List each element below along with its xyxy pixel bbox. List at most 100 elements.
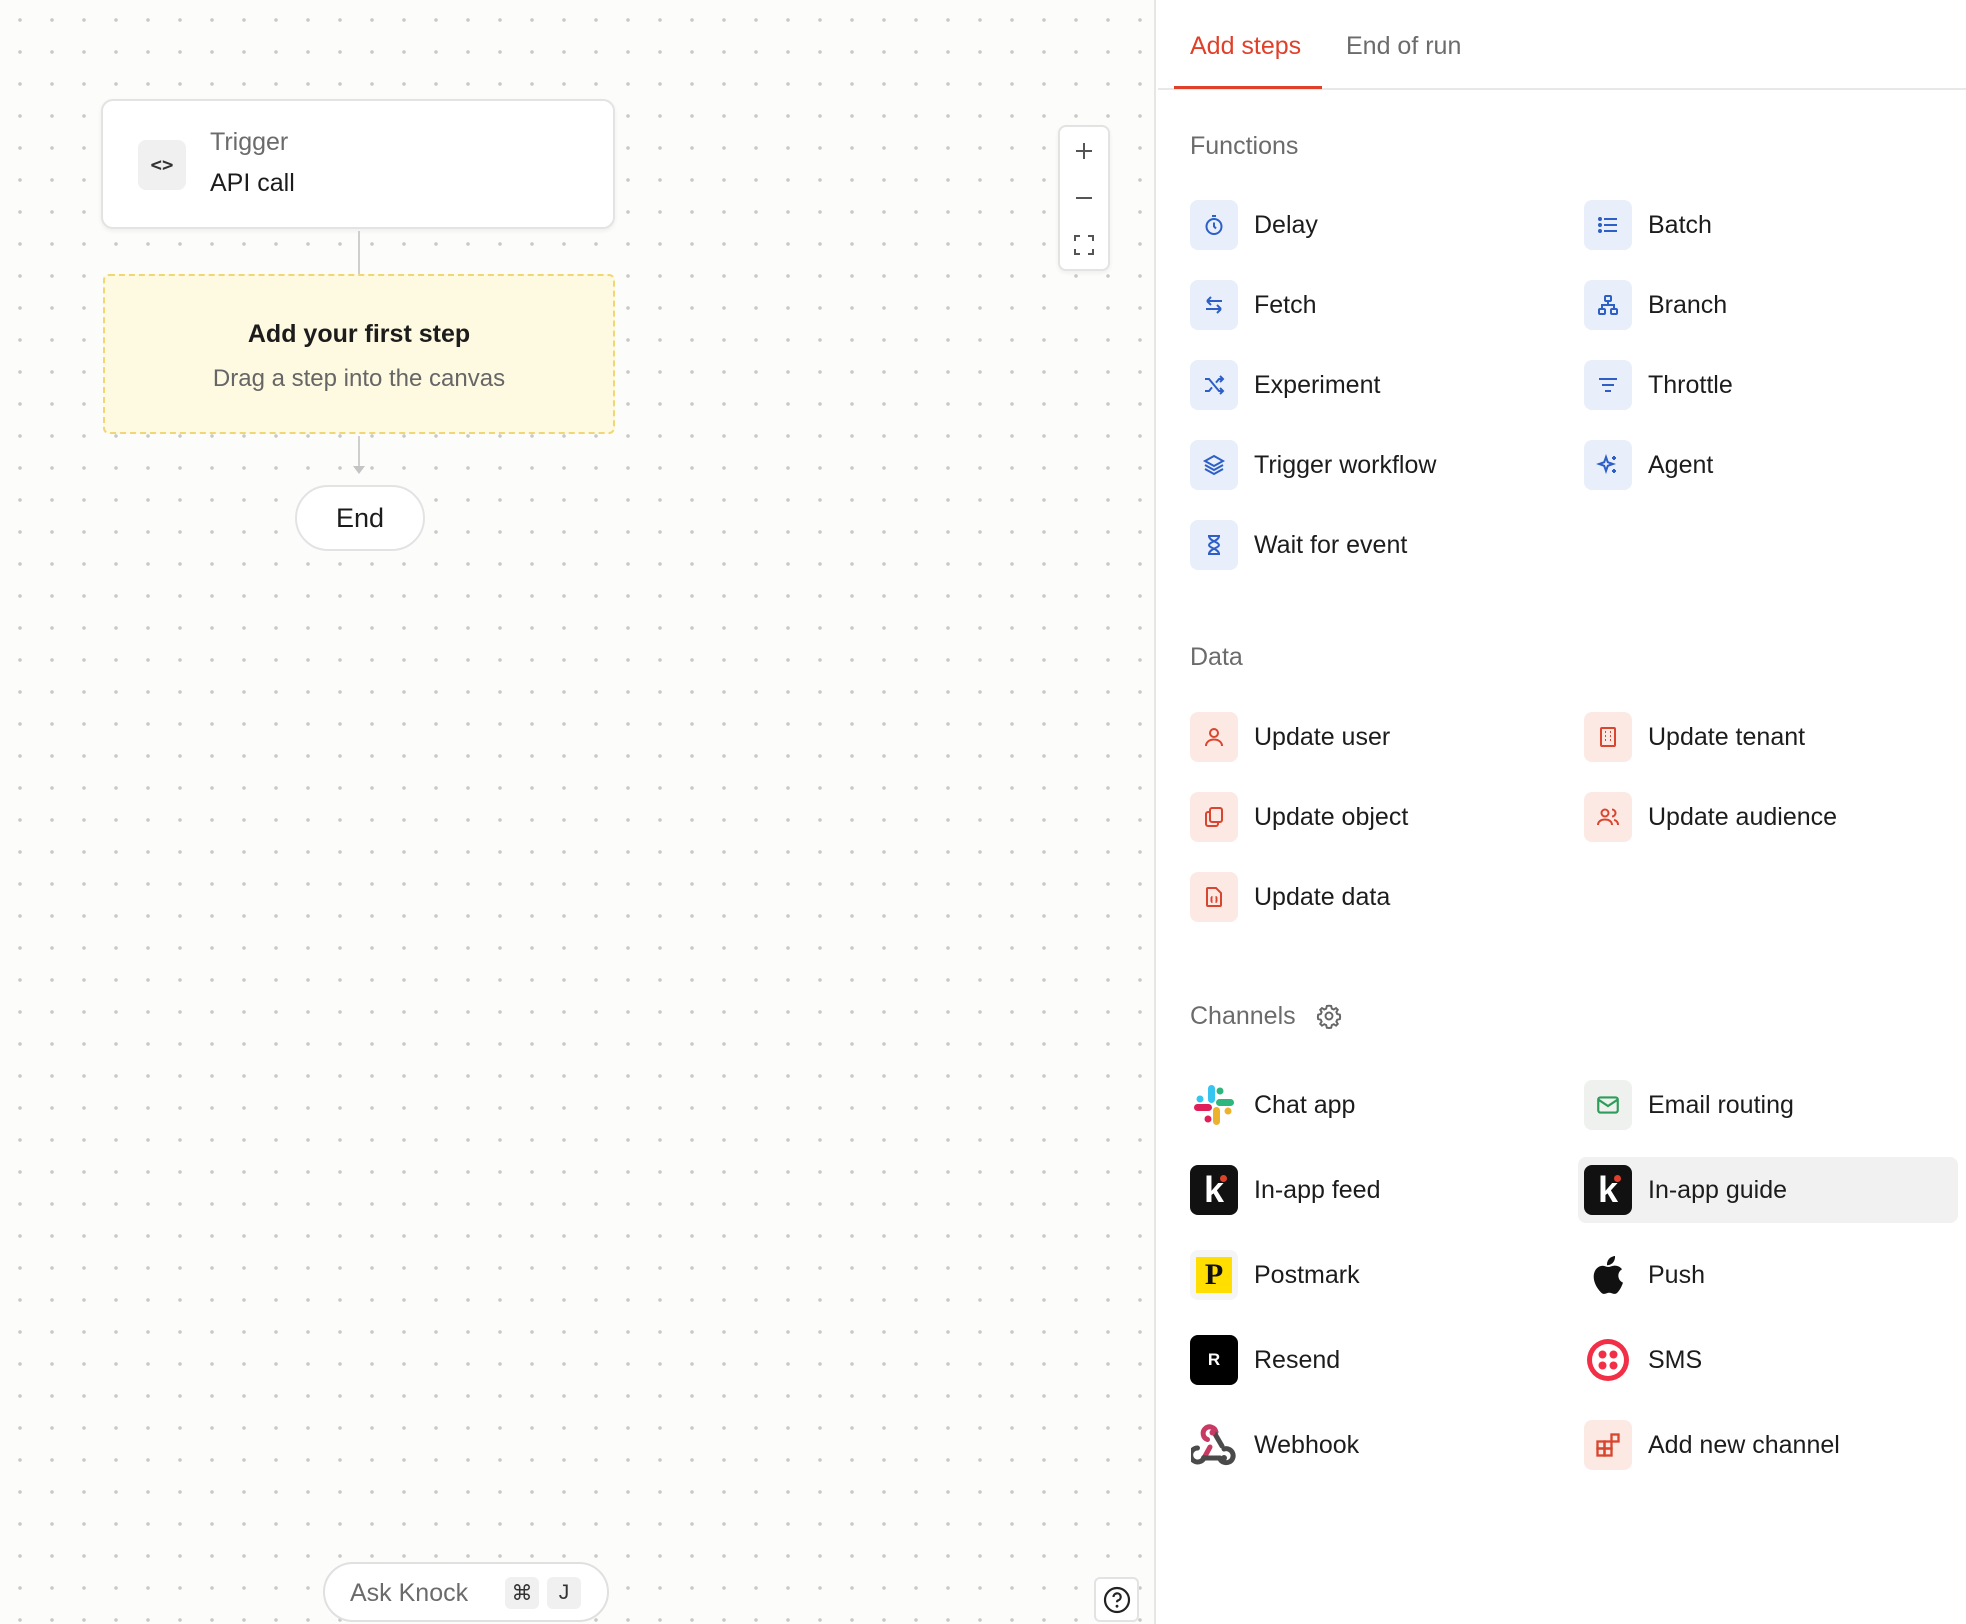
channel-sms[interactable]: SMS [1578,1327,1958,1393]
arrow-down-icon [353,466,365,474]
tab-end-of-run[interactable]: End of run [1346,32,1461,61]
step-update-object[interactable]: Update object [1184,784,1564,850]
copy-icon [1190,792,1238,842]
channel-label: In-app feed [1254,1175,1381,1204]
channels-heading: Channels [1190,1002,1296,1031]
zoom-in-button[interactable] [1060,127,1108,174]
step-update-tenant[interactable]: Update tenant [1578,704,1958,770]
connector-line [358,231,360,274]
ask-knock-button[interactable]: Ask Knock ⌘ J [323,1562,609,1622]
knock-icon: k [1190,1165,1238,1215]
zoom-out-button[interactable] [1060,174,1108,221]
filter-icon [1584,360,1632,410]
trigger-value: API call [210,169,295,197]
step-label: Update tenant [1648,722,1806,751]
end-node[interactable]: End [295,485,425,551]
step-label: Wait for event [1254,530,1408,559]
channel-label: Email routing [1648,1090,1794,1119]
channel-label: Add new channel [1648,1430,1840,1459]
step-label: Agent [1648,450,1714,479]
user-icon [1190,712,1238,762]
apple-icon [1584,1250,1632,1300]
step-update-data[interactable]: Update data [1184,864,1564,930]
step-label: Update data [1254,882,1391,911]
tab-bar: Add steps End of run [1158,0,1966,90]
step-delay[interactable]: Delay [1184,192,1564,258]
step-batch[interactable]: Batch [1578,192,1958,258]
channel-label: In-app guide [1648,1175,1788,1204]
channel-email-routing[interactable]: Email routing [1578,1072,1958,1138]
step-update-user[interactable]: Update user [1184,704,1564,770]
hourglass-icon [1190,520,1238,570]
step-label: Fetch [1254,290,1317,319]
workflow-canvas[interactable]: <> Trigger API call Add your first step … [0,0,1156,1624]
channel-label: Chat app [1254,1090,1356,1119]
channels-label: Channels [1190,1002,1296,1030]
knock-icon: k [1584,1165,1632,1215]
help-button[interactable] [1094,1577,1139,1622]
first-step-dropzone[interactable]: Add your first step Drag a step into the… [103,274,615,434]
list-icon [1584,200,1632,250]
plus-icon [1076,142,1092,159]
dropzone-title: Add your first step [247,320,471,348]
channel-label: Push [1648,1260,1705,1289]
postmark-icon: P [1190,1250,1238,1300]
step-update-audience[interactable]: Update audience [1578,784,1958,850]
channel-postmark[interactable]: P Postmark [1184,1242,1564,1308]
file-braces-icon [1190,872,1238,922]
gear-icon[interactable] [1316,1003,1342,1034]
trigger-node[interactable]: <> Trigger API call [101,99,615,229]
fullscreen-icon [1074,234,1094,255]
channel-push[interactable]: Push [1578,1242,1958,1308]
fit-view-button[interactable] [1060,221,1108,268]
webhook-icon [1190,1420,1238,1470]
steps-panel: Add steps End of run Functions Delay Bat… [1158,0,1966,1624]
dropzone-subtitle: Drag a step into the canvas [212,365,506,392]
step-label: Throttle [1648,370,1733,399]
step-label: Trigger workflow [1254,450,1437,479]
functions-heading: Functions [1190,132,1299,160]
users-icon [1584,792,1632,842]
channel-label: Resend [1254,1345,1341,1374]
step-label: Update object [1254,802,1409,831]
zoom-controls [1058,125,1110,271]
channel-chat-app[interactable]: Chat app [1184,1072,1564,1138]
step-label: Delay [1254,210,1318,239]
building-icon [1584,712,1632,762]
channel-resend[interactable]: R Resend [1184,1327,1564,1393]
step-branch[interactable]: Branch [1578,272,1958,338]
stopwatch-icon [1190,200,1238,250]
twilio-icon [1584,1335,1632,1385]
active-tab-indicator [1174,86,1322,89]
step-experiment[interactable]: Experiment [1184,352,1564,418]
step-label: Batch [1648,210,1712,239]
cmd-key: ⌘ [505,1577,539,1609]
hierarchy-icon [1584,280,1632,330]
layers-icon [1190,440,1238,490]
channel-label: Postmark [1254,1260,1360,1289]
step-trigger-workflow[interactable]: Trigger workflow [1184,432,1564,498]
shuffle-icon [1190,360,1238,410]
channel-add-new[interactable]: Add new channel [1578,1412,1958,1478]
slack-icon [1190,1080,1238,1130]
channel-in-app-guide[interactable]: k In-app guide [1578,1157,1958,1223]
arrows-exchange-icon [1190,280,1238,330]
step-throttle[interactable]: Throttle [1578,352,1958,418]
resend-icon: R [1190,1335,1238,1385]
step-fetch[interactable]: Fetch [1184,272,1564,338]
tab-add-steps[interactable]: Add steps [1190,32,1301,61]
channel-in-app-feed[interactable]: k In-app feed [1184,1157,1564,1223]
code-icon: <> [138,140,186,190]
step-wait-for-event[interactable]: Wait for event [1184,512,1564,578]
step-label: Update audience [1648,802,1838,831]
mail-icon [1584,1080,1632,1130]
channel-label: Webhook [1254,1430,1360,1459]
minus-icon [1076,196,1092,199]
sparkle-icon [1584,440,1632,490]
step-label: Experiment [1254,370,1381,399]
step-label: Update user [1254,722,1391,751]
step-agent[interactable]: Agent [1578,432,1958,498]
step-label: Branch [1648,290,1728,319]
channel-webhook[interactable]: Webhook [1184,1412,1564,1478]
connector-line [358,436,360,468]
